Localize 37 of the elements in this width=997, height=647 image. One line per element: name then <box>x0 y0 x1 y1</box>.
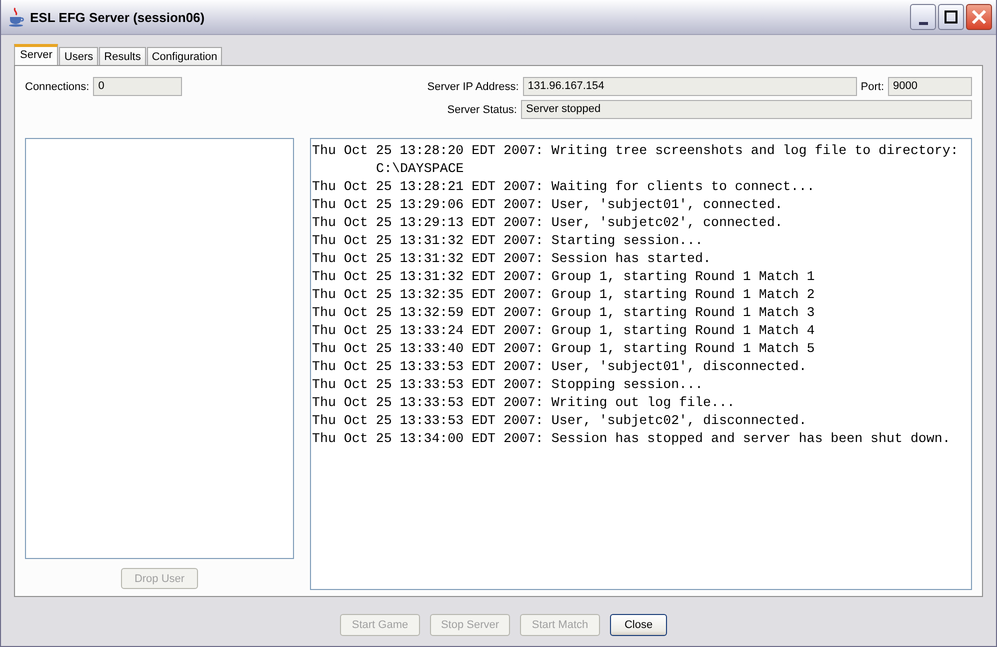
log-line: Thu Oct 25 13:33:53 EDT 2007: User, 'subjetc02', disconnected. <box>312 412 808 430</box>
log-line: Thu Oct 25 13:33:53 EDT 2007: User, 'subject01', disconnected. <box>312 358 808 376</box>
log-line: Thu Oct 25 13:32:59 EDT 2007: Group 1, starting Round 1 Match 3 <box>312 304 816 322</box>
log-line: Thu Oct 25 13:31:32 EDT 2007: Group 1, starting Round 1 Match 1 <box>312 268 816 286</box>
log-line: Thu Oct 25 13:29:06 EDT 2007: User, 'subject01', connected. <box>312 196 784 214</box>
coffee-cup-icon <box>8 7 26 27</box>
connections-field: 0 <box>93 77 182 96</box>
log-line: Thu Oct 25 13:31:32 EDT 2007: Session has started. <box>312 250 712 268</box>
tab[interactable]: Server <box>14 44 58 65</box>
field-label: Server Status: <box>447 104 517 116</box>
log-line: Thu Oct 25 13:31:32 EDT 2007: Starting session... <box>312 232 704 250</box>
action-button[interactable]: Close <box>610 614 667 636</box>
field-label: Port: <box>860 80 884 92</box>
log-line: Thu Oct 25 13:29:13 EDT 2007: User, 'subjetc02', connected. <box>312 214 784 232</box>
minimize-icon <box>918 22 928 24</box>
log-line: Thu Oct 25 13:34:00 EDT 2007: Session has stopped and server has been shut down. <box>312 430 952 448</box>
close-button[interactable] <box>966 4 992 30</box>
tab[interactable]: Configuration <box>146 47 222 65</box>
status-field: Server stopped <box>521 100 972 119</box>
maximize-button[interactable] <box>938 4 964 30</box>
minimize-button[interactable] <box>910 4 936 30</box>
log-line: Thu Oct 25 13:28:20 EDT 2007: Writing tree screenshots and log file to directory: C:\DAYSPACE <box>312 142 960 178</box>
window-title: ESL EFG Server (session06) <box>30 10 205 24</box>
tab[interactable]: Users <box>59 47 98 65</box>
tab[interactable]: Results <box>99 47 146 65</box>
field-label: Server IP Address: <box>427 80 519 92</box>
field-label: Connections: <box>25 80 90 92</box>
log-line: Thu Oct 25 13:33:40 EDT 2007: Group 1, starting Round 1 Match 5 <box>312 340 816 358</box>
port-field: 9000 <box>888 77 972 96</box>
log-line: Thu Oct 25 13:33:24 EDT 2007: Group 1, starting Round 1 Match 4 <box>312 322 816 340</box>
ip-address-field: 131.96.167.154 <box>522 77 857 96</box>
log-line: Thu Oct 25 13:33:53 EDT 2007: Stopping session... <box>312 376 704 394</box>
log-line: Thu Oct 25 13:32:35 EDT 2007: Group 1, starting Round 1 Match 2 <box>312 286 816 304</box>
log-line: Thu Oct 25 13:33:53 EDT 2007: Writing out log file... <box>312 394 736 412</box>
close-icon <box>971 9 987 25</box>
maximize-icon <box>944 10 958 24</box>
log-line: Thu Oct 25 13:28:21 EDT 2007: Waiting for clients to connect... <box>312 178 816 196</box>
